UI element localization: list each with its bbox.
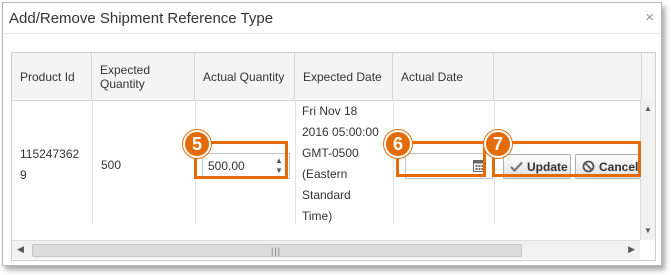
grid-header: Product Id Expected Quantity Actual Quan… [12, 53, 655, 101]
expected-date-line: Fri Nov 18 [302, 104, 358, 118]
product-id-line: 9 [20, 168, 27, 182]
grip-icon: ||| [271, 246, 282, 256]
cell-expected-date: Fri Nov 18 2016 05:00:00 GMT-0500 (Easte… [302, 101, 379, 227]
column-divider [295, 100, 296, 224]
expected-date-line: (Eastern [302, 167, 348, 181]
cell-expected-quantity: 500 [101, 158, 122, 172]
close-icon[interactable]: × [645, 10, 654, 25]
callout-badge-6: 6 [384, 130, 412, 158]
header-actual-quantity[interactable]: Actual Quantity [195, 53, 295, 100]
expected-date-line: GMT-0500 [302, 146, 359, 160]
column-divider [393, 100, 394, 224]
scroll-up-icon[interactable]: ▲ [644, 104, 652, 113]
column-divider [92, 100, 93, 224]
scroll-down-icon[interactable]: ▼ [644, 226, 652, 235]
product-id-line: 115247362 [20, 147, 80, 161]
dialog-title: Add/Remove Shipment Reference Type [9, 10, 274, 27]
header-product-id[interactable]: Product Id [12, 53, 92, 100]
expected-date-line: 2016 05:00:00 [302, 125, 379, 139]
horizontal-scrollbar[interactable]: ◀ ||| ▶ [12, 240, 640, 259]
header-actions [494, 53, 642, 100]
callout-badge-5: 5 [183, 130, 211, 158]
title-bar: Add/Remove Shipment Reference Type × [3, 3, 661, 34]
scroll-right-icon[interactable]: ▶ [628, 244, 635, 255]
expected-date-line: Time) [302, 209, 333, 223]
header-expected-date[interactable]: Expected Date [295, 53, 393, 100]
header-expected-quantity[interactable]: Expected Quantity [92, 53, 195, 100]
callout-highlight-actions [492, 141, 641, 177]
scroll-left-icon[interactable]: ◀ [17, 244, 24, 255]
dialog: Add/Remove Shipment Reference Type × Pro… [2, 2, 662, 266]
header-actual-date[interactable]: Actual Date [393, 53, 494, 100]
cell-product-id: 115247362 9 [20, 144, 79, 186]
expected-date-line: Standard [302, 188, 351, 202]
scrollbar-thumb[interactable]: ||| [32, 244, 522, 257]
vertical-scrollbar[interactable]: ▲ ▼ [640, 100, 655, 240]
callout-badge-7: 7 [484, 130, 512, 158]
